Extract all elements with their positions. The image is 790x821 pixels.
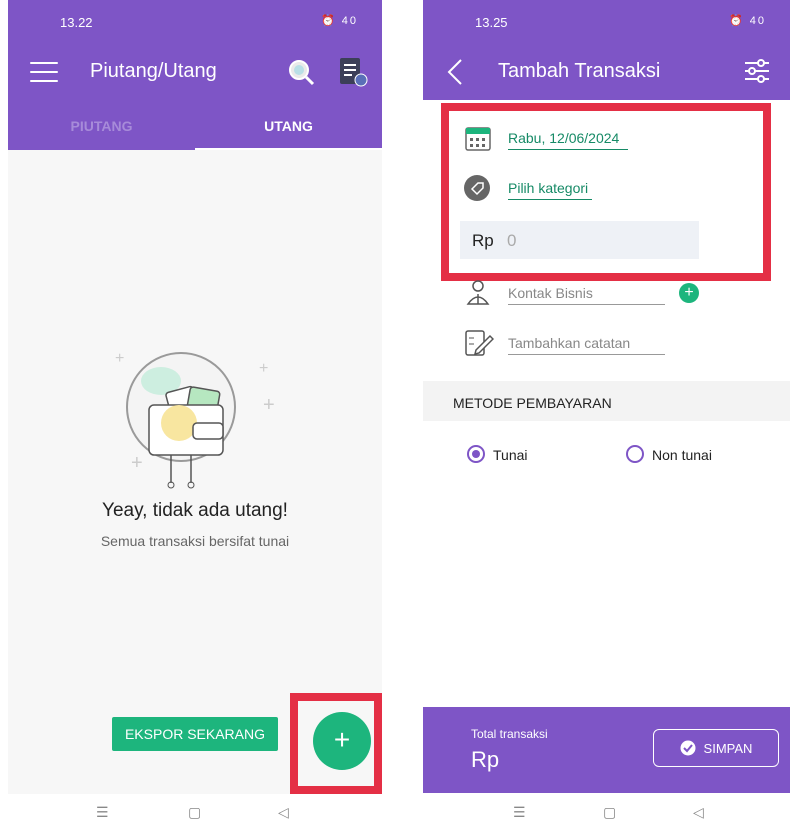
highlight-box — [441, 103, 771, 281]
nav-back-icon[interactable]: ◁ — [693, 804, 704, 821]
svg-text:+: + — [259, 360, 268, 377]
tab-bar: PIUTANG UTANG — [8, 100, 382, 150]
wallet-illustration: + + + + — [115, 350, 275, 489]
report-icon[interactable] — [338, 56, 368, 88]
svg-text:+: + — [263, 394, 275, 416]
status-time: 13.25 — [475, 15, 508, 30]
payment-section-title: METODE PEMBAYARAN — [423, 381, 790, 421]
right-screen: 13.25 ⏰ 40 Tambah Transaksi Rabu, 12/06/… — [423, 0, 790, 794]
empty-subtitle: Semua transaksi bersifat tunai — [100, 533, 290, 549]
check-icon — [680, 740, 696, 756]
app-bar: Tambah Transaksi — [423, 44, 790, 100]
total-value: Rp — [471, 747, 500, 772]
tab-piutang[interactable]: PIUTANG — [8, 100, 195, 150]
left-screen: 13.22 ⏰ 40 Piutang/Utang PIUTANG UTANG +… — [8, 0, 382, 794]
nav-bar: ☰ ▢ ◁ — [423, 798, 790, 821]
radio-non-tunai[interactable] — [626, 445, 644, 463]
nav-home-icon[interactable]: ▢ — [603, 804, 616, 821]
add-button[interactable]: + — [313, 712, 371, 770]
footer-bar: Total transaksi Rp SIMPAN — [423, 707, 790, 793]
search-icon[interactable] — [287, 58, 315, 86]
note-underline — [508, 354, 665, 355]
status-bar: 13.22 ⏰ 40 — [8, 0, 382, 44]
nav-menu-icon[interactable]: ☰ — [96, 804, 109, 821]
radio-tunai[interactable] — [467, 445, 485, 463]
status-bar: 13.25 ⏰ 40 — [423, 0, 790, 44]
svg-text:+: + — [131, 452, 143, 474]
filter-icon[interactable] — [743, 58, 771, 84]
status-time: 13.22 — [60, 15, 93, 30]
contact-field[interactable]: Kontak Bisnis — [508, 285, 593, 301]
note-icon — [465, 330, 494, 356]
save-label: SIMPAN — [703, 740, 753, 756]
radio-tunai-label[interactable]: Tunai — [493, 447, 528, 463]
menu-icon[interactable] — [30, 62, 58, 82]
total-label: Total transaksi — [471, 727, 548, 741]
app-bar: Piutang/Utang — [8, 44, 382, 100]
nav-home-icon[interactable]: ▢ — [188, 804, 201, 821]
nav-bar: ☰ ▢ ◁ — [8, 798, 382, 821]
status-icons: ⏰ 40 — [321, 15, 358, 27]
svg-text:+: + — [115, 350, 124, 367]
export-button[interactable]: EKSPOR SEKARANG — [112, 717, 278, 751]
tab-utang[interactable]: UTANG — [195, 100, 382, 150]
save-button[interactable]: SIMPAN — [653, 729, 779, 767]
nav-menu-icon[interactable]: ☰ — [513, 804, 526, 821]
empty-title: Yeay, tidak ada utang! — [102, 500, 288, 521]
nav-back-icon[interactable]: ◁ — [278, 804, 289, 821]
page-title: Tambah Transaksi — [498, 60, 661, 82]
page-title: Piutang/Utang — [90, 60, 217, 82]
contact-icon — [466, 280, 490, 305]
note-field[interactable]: Tambahkan catatan — [508, 335, 630, 351]
radio-non-tunai-label[interactable]: Non tunai — [652, 447, 712, 463]
status-icons: ⏰ 40 — [729, 15, 766, 27]
back-icon[interactable] — [445, 58, 465, 86]
contact-underline — [508, 304, 665, 305]
plus-icon[interactable]: + — [679, 283, 699, 303]
